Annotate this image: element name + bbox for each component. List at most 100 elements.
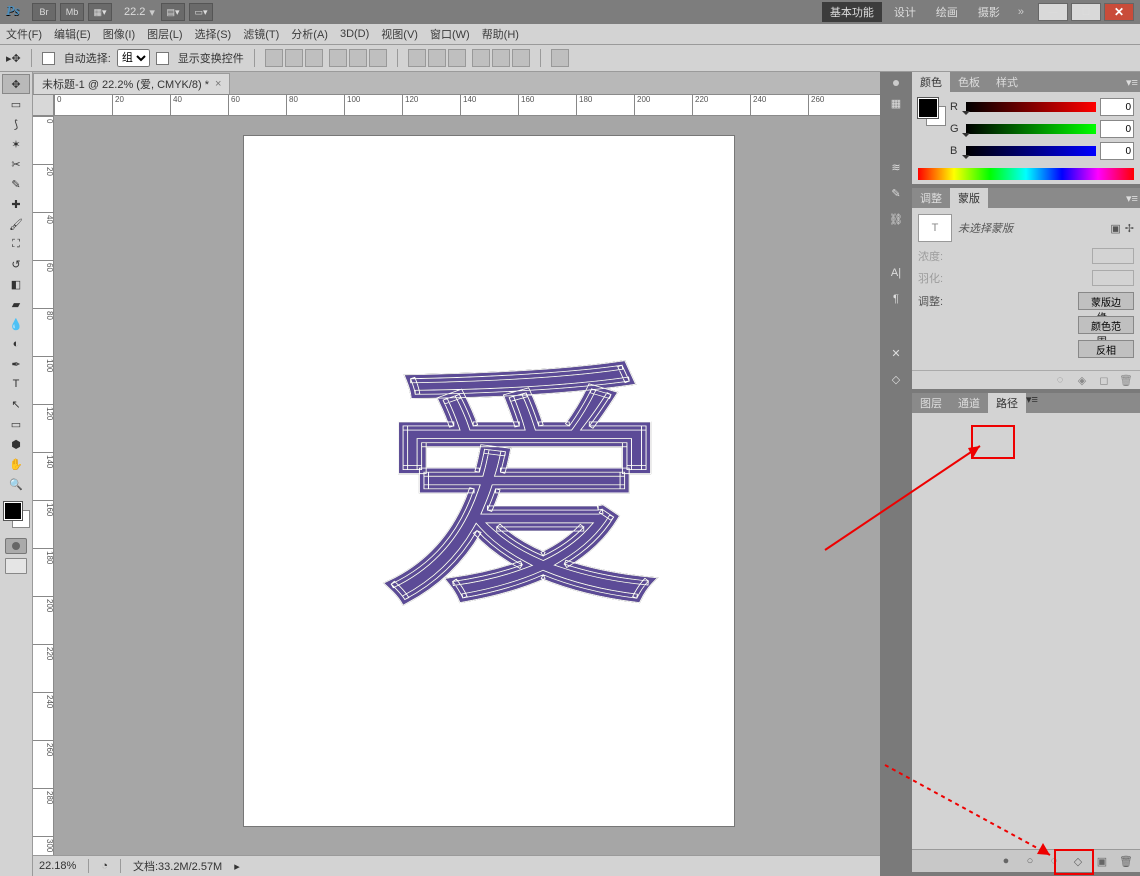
menu-window[interactable]: 窗口(W) — [430, 26, 470, 42]
lasso-tool[interactable]: ⟆ — [2, 114, 30, 134]
window-close-button[interactable]: ✕ — [1104, 3, 1134, 21]
delete-path-icon[interactable]: 🗑 — [1118, 854, 1134, 868]
b-slider[interactable] — [966, 146, 1096, 156]
tools-panel-icon[interactable]: ✕ — [886, 344, 906, 362]
menu-analysis[interactable]: 分析(A) — [291, 26, 328, 42]
workspace-design[interactable]: 设计 — [886, 2, 924, 22]
close-tab-icon[interactable]: × — [215, 78, 221, 90]
mask-panel-menu-icon[interactable]: ▾≡ — [1124, 188, 1140, 208]
paths-list[interactable] — [912, 413, 1140, 849]
status-info-icon[interactable]: ◔ — [101, 860, 108, 872]
minibridge-button[interactable]: Mb — [60, 3, 84, 21]
path-select-tool[interactable]: ↖ — [2, 394, 30, 414]
tab-swatches[interactable]: 色板 — [950, 72, 988, 92]
window-maximize-button[interactable]: ☐ — [1071, 3, 1101, 21]
mask-edges-button[interactable]: 蒙版边缘... — [1078, 292, 1134, 310]
menu-file[interactable]: 文件(F) — [6, 26, 42, 42]
b-value[interactable] — [1100, 142, 1134, 160]
para-p-icon[interactable]: ¶ — [886, 290, 906, 308]
heal-tool[interactable]: ✚ — [2, 194, 30, 214]
r-slider[interactable] — [966, 102, 1096, 112]
menu-help[interactable]: 帮助(H) — [482, 26, 519, 42]
presets-panel-icon[interactable]: ◇ — [886, 370, 906, 388]
shape-tool[interactable]: ▭ — [2, 414, 30, 434]
extras-button[interactable]: ▭▾ — [189, 3, 213, 21]
tab-layers[interactable]: 图层 — [912, 393, 950, 413]
sel-to-path-icon[interactable]: ◇ — [1070, 854, 1086, 868]
gradient-tool[interactable]: ▰ — [2, 294, 30, 314]
panel-swatch[interactable] — [918, 98, 944, 124]
g-slider[interactable] — [966, 124, 1096, 134]
new-path-icon[interactable]: ▣ — [1094, 854, 1110, 868]
zoom-tool[interactable]: 🔍 — [2, 474, 30, 494]
para-a-icon[interactable]: A| — [886, 264, 906, 282]
layers-panel-menu-icon[interactable]: ▾≡ — [1026, 393, 1038, 413]
load-sel-icon[interactable]: ◌ — [1052, 373, 1068, 387]
zoom-dropdown-icon[interactable]: ▾ — [149, 6, 155, 19]
tab-adjust[interactable]: 调整 — [912, 188, 950, 208]
align-group-1[interactable] — [265, 49, 323, 67]
tab-channels[interactable]: 通道 — [950, 393, 988, 413]
auto-select-target[interactable]: 组 — [117, 49, 150, 67]
color-panel-menu-icon[interactable]: ▾≡ — [1124, 72, 1140, 92]
fg-color[interactable] — [4, 502, 22, 520]
menu-filter[interactable]: 滤镜(T) — [243, 26, 279, 42]
bridge-button[interactable]: Br — [32, 3, 56, 21]
3d-tool[interactable]: ⬢ — [2, 434, 30, 454]
collapse-dot[interactable] — [893, 80, 899, 86]
status-zoom[interactable]: 22.18% — [39, 860, 76, 872]
fill-path-icon[interactable]: ● — [998, 854, 1014, 868]
brush-panel-icon[interactable]: ✎ — [886, 184, 906, 202]
pen-tool[interactable]: ✒ — [2, 354, 30, 374]
wand-tool[interactable]: ✶ — [2, 134, 30, 154]
workspace-painting[interactable]: 绘画 — [928, 2, 966, 22]
move-tool[interactable]: ✥ — [2, 74, 30, 94]
r-value[interactable] — [1100, 98, 1134, 116]
hand-tool[interactable]: ✋ — [2, 454, 30, 474]
vector-mask-icon[interactable]: ✢ — [1125, 222, 1134, 235]
dodge-tool[interactable]: ◐ — [2, 334, 30, 354]
path-to-sel-icon[interactable]: ◌ — [1046, 854, 1062, 868]
menu-3d[interactable]: 3D(D) — [340, 28, 369, 40]
quickmask-button[interactable] — [5, 538, 27, 554]
g-value[interactable] — [1100, 120, 1134, 138]
pixel-mask-icon[interactable]: ▣ — [1110, 222, 1120, 235]
crop-tool[interactable]: ✂ — [2, 154, 30, 174]
hue-strip[interactable] — [918, 168, 1134, 180]
tab-color[interactable]: 颜色 — [912, 72, 950, 92]
menu-image[interactable]: 图像(I) — [103, 26, 135, 42]
eyedropper-tool[interactable]: ✎ — [2, 174, 30, 194]
menu-layer[interactable]: 图层(L) — [147, 26, 182, 42]
align-group-2[interactable] — [329, 49, 387, 67]
invert-button[interactable]: 反相 — [1078, 340, 1134, 358]
workspace-essentials[interactable]: 基本功能 — [822, 2, 882, 22]
v-ruler[interactable]: 0204060801001201401601802002202402602803… — [33, 116, 54, 855]
workspace-more-icon[interactable]: » — [1018, 6, 1024, 18]
canvas-viewport[interactable]: 爱 爱 — [54, 116, 880, 855]
doc-tab[interactable]: 未标题-1 @ 22.2% (爱, CMYK/8) * × — [33, 73, 230, 94]
stamp-tool[interactable]: ⛶ — [2, 234, 30, 254]
tab-mask[interactable]: 蒙版 — [950, 188, 988, 208]
workspace-photography[interactable]: 摄影 — [970, 2, 1008, 22]
color-range-button[interactable]: 颜色范围... — [1078, 316, 1134, 334]
brush-tool[interactable]: 🖌 — [2, 214, 30, 234]
menu-edit[interactable]: 编辑(E) — [54, 26, 91, 42]
canvas[interactable]: 爱 爱 — [244, 136, 734, 826]
status-menu-icon[interactable]: ▸ — [234, 860, 240, 873]
menu-view[interactable]: 视图(V) — [381, 26, 418, 42]
history-brush-tool[interactable]: ↺ — [2, 254, 30, 274]
history-panel-icon[interactable]: ▦ — [886, 94, 906, 112]
apply-mask-icon[interactable]: ◈ — [1074, 373, 1090, 387]
delete-mask-icon[interactable]: 🗑 — [1118, 373, 1134, 387]
blur-tool[interactable]: 💧 — [2, 314, 30, 334]
h-ruler[interactable]: 020406080100120140160180200220240260 — [54, 95, 880, 116]
char-panel-icon[interactable]: ≋ — [886, 158, 906, 176]
type-tool[interactable]: T — [2, 374, 30, 394]
arrange-button[interactable]: ▤▾ — [161, 3, 185, 21]
color-swatches[interactable] — [0, 500, 32, 530]
menu-select[interactable]: 选择(S) — [195, 26, 232, 42]
tab-paths[interactable]: 路径 — [988, 393, 1026, 413]
eraser-tool[interactable]: ◧ — [2, 274, 30, 294]
window-minimize-button[interactable]: — — [1038, 3, 1068, 21]
screenmode-button[interactable]: ▦▾ — [88, 3, 112, 21]
